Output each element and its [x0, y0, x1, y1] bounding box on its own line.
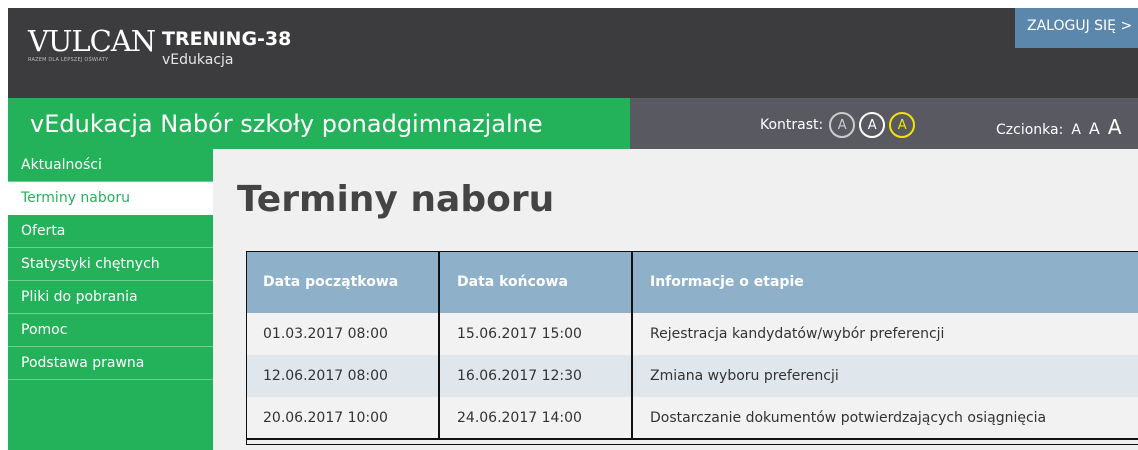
schedule-table: Data początkowa Data końcowa Informacje … — [246, 251, 1138, 440]
sidebar-item-statystyki[interactable]: Statystyki chętnych — [8, 248, 213, 281]
sidebar-item-pomoc[interactable]: Pomoc — [8, 314, 213, 347]
contrast-black-white-button[interactable]: A — [859, 112, 886, 138]
stage-info-cell: Zmiana wyboru preferencji — [632, 355, 1138, 397]
start-date-cell: 01.03.2017 08:00 — [246, 313, 440, 355]
column-header-start-date: Data początkowa — [246, 251, 440, 313]
sidebar-item-podstawa-prawna[interactable]: Podstawa prawna — [8, 347, 213, 380]
contrast-label: Kontrast: — [760, 117, 824, 133]
end-date-cell: 16.06.2017 12:30 — [439, 355, 633, 397]
unit-name: TRENING-38 — [162, 28, 292, 50]
contrast-default-button[interactable]: A — [829, 112, 856, 138]
top-header: VULCAN RAZEM DLA LEPSZEJ OŚWIATY TRENING… — [8, 8, 1138, 98]
table-row: 01.03.2017 08:00 15.06.2017 15:00 Rejest… — [246, 313, 1138, 355]
main-content: Terminy naboru Data początkowa Data końc… — [213, 149, 1138, 450]
sidebar-item-terminy-naboru[interactable]: Terminy naboru — [8, 182, 213, 215]
logo-wordmark: VULCAN — [28, 24, 156, 58]
start-date-cell: 20.06.2017 10:00 — [246, 397, 440, 440]
stage-info-cell: Dostarczanie dokumentów potwierdzających… — [632, 397, 1138, 440]
column-header-stage-info: Informacje o etapie — [632, 251, 1138, 313]
font-size-medium-button[interactable]: A — [1089, 119, 1100, 138]
app-title-block: vEdukacja Nabór szkoły ponadgimnazjalne — [8, 98, 630, 149]
contrast-switcher: Kontrast: A A A — [760, 112, 916, 138]
sidebar-item-pliki[interactable]: Pliki do pobrania — [8, 281, 213, 314]
sidebar-item-oferta[interactable]: Oferta — [8, 215, 213, 248]
vulcan-logo[interactable]: VULCAN RAZEM DLA LEPSZEJ OŚWIATY — [28, 24, 156, 63]
app-title: vEdukacja Nabór szkoły ponadgimnazjalne — [30, 110, 543, 138]
stage-info-cell: Rejestracja kandydatów/wybór preferencji — [632, 313, 1138, 355]
font-size-small-button[interactable]: A — [1071, 122, 1081, 138]
page-title: Terminy naboru — [237, 179, 555, 220]
contrast-yellow-button[interactable]: A — [889, 112, 916, 138]
table-row: 20.06.2017 10:00 24.06.2017 14:00 Dostar… — [246, 397, 1138, 440]
font-size-label: Czcionka: — [996, 122, 1064, 138]
unit-subtitle: vEdukacja — [162, 52, 234, 68]
table-header-row: Data początkowa Data końcowa Informacje … — [246, 251, 1138, 313]
sidebar-nav: Aktualności Terminy naboru Oferta Statys… — [8, 149, 213, 450]
login-button[interactable]: ZALOGUJ SIĘ > — [1015, 8, 1138, 48]
sidebar-item-aktualnosci[interactable]: Aktualności — [8, 149, 213, 182]
start-date-cell: 12.06.2017 08:00 — [246, 355, 440, 397]
column-header-end-date: Data końcowa — [439, 251, 633, 313]
table-row: 12.06.2017 08:00 16.06.2017 12:30 Zmiana… — [246, 355, 1138, 397]
font-size-switcher: Czcionka: A A A — [996, 115, 1122, 139]
end-date-cell: 15.06.2017 15:00 — [439, 313, 633, 355]
end-date-cell: 24.06.2017 14:00 — [439, 397, 633, 440]
font-size-large-button[interactable]: A — [1108, 115, 1122, 139]
title-bar: vEdukacja Nabór szkoły ponadgimnazjalne … — [8, 98, 1138, 149]
